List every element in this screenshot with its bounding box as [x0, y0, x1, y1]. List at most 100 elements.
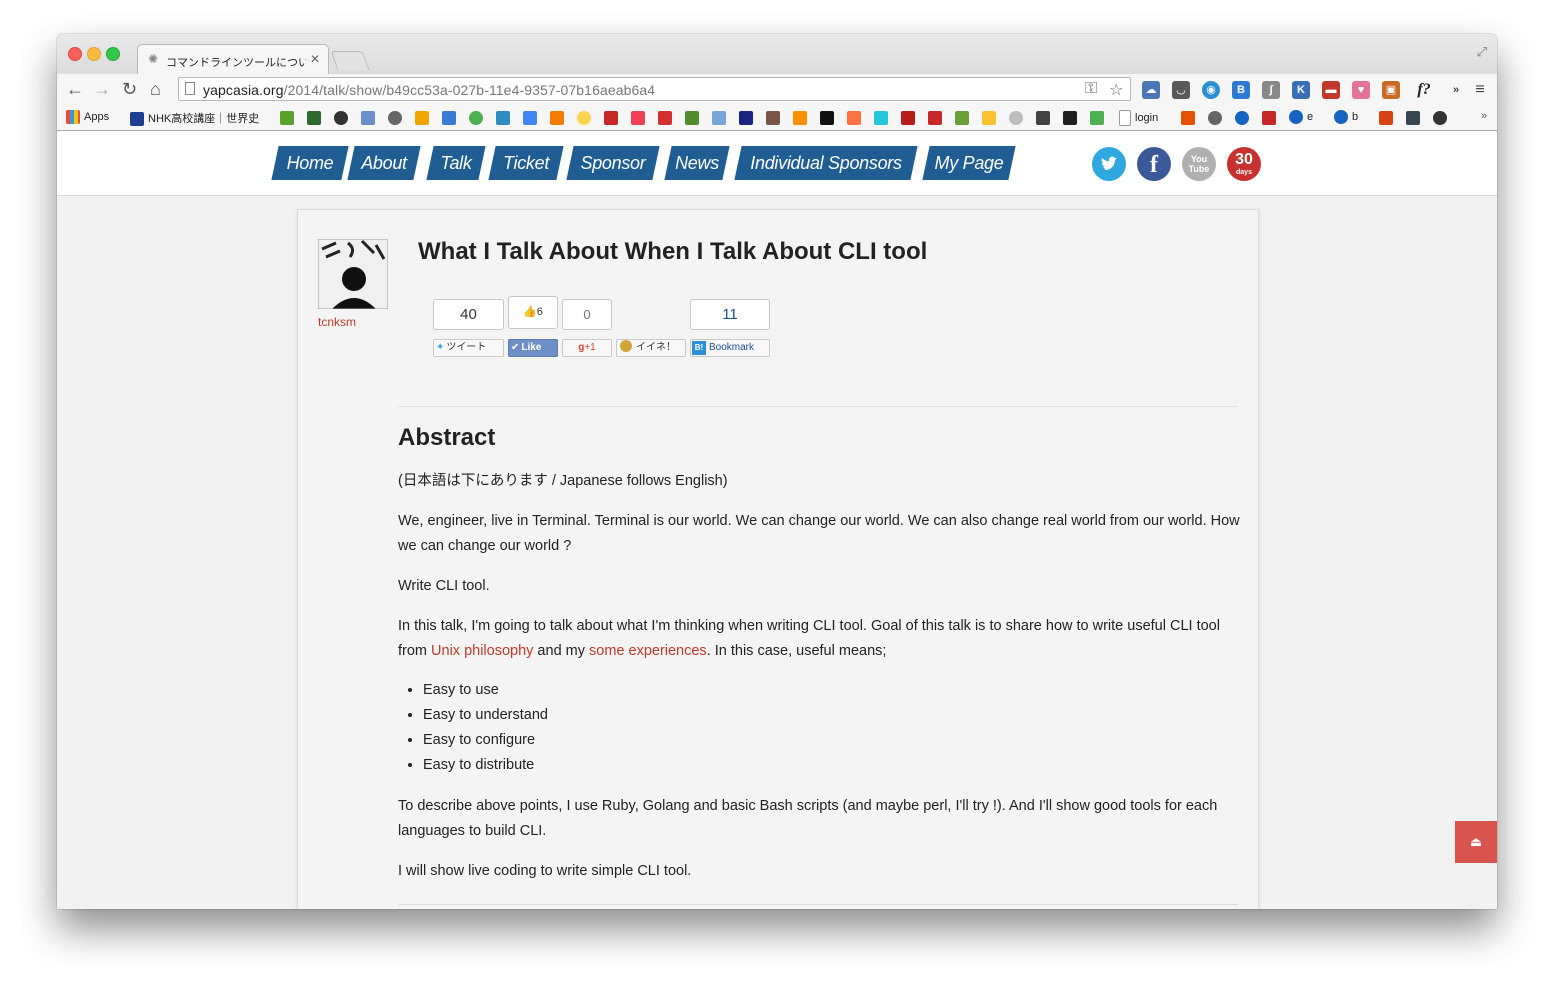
avatar-image: [318, 239, 388, 309]
title-bar: ✺ コマンドラインツールについ ✕ ⤢: [57, 34, 1497, 74]
twitter-bird-icon: ✦: [436, 342, 445, 353]
bookmark-e[interactable]: e: [1289, 110, 1313, 126]
bookmark-icon-41[interactable]: [1433, 111, 1447, 125]
forward-arrow-icon[interactable]: →: [93, 79, 111, 100]
thirty-days-icon[interactable]: 30 days: [1227, 147, 1261, 181]
kd-extension-icon[interactable]: K: [1292, 81, 1310, 99]
bookmark-icon-30[interactable]: [1063, 111, 1077, 125]
nav-ticket[interactable]: Ticket: [488, 146, 564, 180]
bookmark-icon-35[interactable]: [1235, 111, 1249, 125]
sofa-extension-icon[interactable]: ▬: [1322, 81, 1340, 99]
twitter-icon[interactable]: [1092, 147, 1126, 181]
abstract-paragraph-5: To describe above points, I use Ruby, Go…: [398, 798, 1218, 839]
mixi-button[interactable]: イイネ！: [616, 339, 686, 357]
bookmark-icon-33[interactable]: [1181, 111, 1195, 125]
bookmark-icon-22[interactable]: [847, 111, 861, 125]
cloud-extension-icon[interactable]: ☁: [1142, 81, 1160, 99]
drive-icon[interactable]: [1090, 111, 1104, 125]
bookmark-icon-6[interactable]: [415, 111, 429, 125]
menu-icon[interactable]: ≡: [1471, 81, 1489, 99]
bookmark-icon-11[interactable]: [550, 111, 564, 125]
new-tab-button[interactable]: [330, 51, 370, 70]
bookmark-icon-36[interactable]: [1262, 111, 1276, 125]
nav-about[interactable]: About: [347, 146, 421, 180]
h-icon[interactable]: [955, 111, 969, 125]
nav-talk[interactable]: Talk: [426, 146, 486, 180]
star-icon[interactable]: [1406, 111, 1420, 125]
author-avatar[interactable]: [318, 239, 388, 309]
bookmark-icon-34[interactable]: [1208, 111, 1222, 125]
back-to-top-button[interactable]: ⏏: [1455, 821, 1497, 863]
hatena-bookmark-button[interactable]: B! Bookmark: [690, 339, 770, 357]
bookmark-icon-19[interactable]: [766, 111, 780, 125]
bookmark-icon-25[interactable]: [928, 111, 942, 125]
bookmark-login[interactable]: login: [1119, 110, 1158, 126]
m-icon[interactable]: [820, 111, 834, 125]
bookmark-icon-39[interactable]: [1379, 111, 1393, 125]
bookmark-icon-8[interactable]: [469, 111, 483, 125]
youtube-icon[interactable]: You Tube: [1182, 147, 1216, 181]
bookmark-icon-29[interactable]: [1036, 111, 1050, 125]
bookmark-icon-23[interactable]: [874, 111, 888, 125]
orange-extension-icon[interactable]: ▣: [1382, 81, 1400, 99]
r-icon[interactable]: [361, 111, 375, 125]
thirty-days-label: days: [1236, 169, 1252, 176]
bookmark-icon-18[interactable]: [739, 111, 753, 125]
bookmark-icon-16[interactable]: [685, 111, 699, 125]
minimize-window-button[interactable]: [87, 47, 101, 61]
some-experiences-link[interactable]: some experiences: [589, 643, 707, 659]
back-arrow-icon[interactable]: ←: [66, 79, 84, 100]
reload-icon[interactable]: ↻: [122, 79, 137, 100]
bookmark-nhk[interactable]: NHK高校講座｜世界史: [130, 110, 259, 127]
google-icon[interactable]: [523, 111, 537, 125]
fullscreen-icon[interactable]: ⤢: [1477, 44, 1487, 60]
list-item: Easy to distribute: [423, 753, 548, 778]
bookmark-icon-15[interactable]: [658, 111, 672, 125]
bj-extension-icon[interactable]: B: [1232, 81, 1250, 99]
browser-tab[interactable]: ✺ コマンドラインツールについ ✕: [137, 44, 329, 74]
bookmark-icon-7[interactable]: [442, 111, 456, 125]
bookmark-icon-17[interactable]: [712, 111, 726, 125]
more-extensions-icon[interactable]: »: [1447, 81, 1465, 99]
bookmark-b[interactable]: b: [1334, 110, 1358, 126]
zoom-window-button[interactable]: [106, 47, 120, 61]
bookmark-icon-9[interactable]: [496, 111, 510, 125]
home-icon[interactable]: ⌂: [150, 79, 161, 100]
f-extension-icon[interactable]: f?: [1412, 81, 1436, 99]
bookmark-apps[interactable]: Apps: [66, 110, 109, 126]
section-divider: [398, 406, 1238, 407]
bookmark-icon-5[interactable]: [388, 111, 402, 125]
bookmark-icon-12[interactable]: [577, 111, 591, 125]
loading-spinner-icon: ✺: [148, 52, 159, 66]
bookmark-icon-24[interactable]: [901, 111, 915, 125]
close-window-button[interactable]: [68, 47, 82, 61]
eye-extension-icon[interactable]: ◉: [1202, 81, 1220, 99]
more-bookmarks-icon[interactable]: »: [1481, 110, 1487, 126]
nav-individual-sponsors[interactable]: Individual Sponsors: [734, 146, 918, 180]
bookmark-icon-2[interactable]: [307, 111, 321, 125]
bookmark-icon-13[interactable]: [604, 111, 618, 125]
address-bar[interactable]: yapcasia.org/2014/talk/show/b49cc53a-027…: [178, 77, 1131, 101]
link-extension-icon[interactable]: ∫: [1262, 81, 1280, 99]
bookmark-icon-27[interactable]: [982, 111, 996, 125]
nav-news[interactable]: News: [664, 146, 730, 180]
y-icon[interactable]: [793, 111, 807, 125]
github-icon[interactable]: [334, 111, 348, 125]
bookmark-star-icon[interactable]: ☆: [1109, 80, 1123, 100]
nav-home[interactable]: Home: [271, 146, 349, 180]
bookmark-icon-28[interactable]: [1009, 111, 1023, 125]
gplus-button[interactable]: g+1: [562, 339, 612, 357]
pocket-extension-icon[interactable]: ◡: [1172, 81, 1190, 99]
author-link[interactable]: tcnksm: [318, 315, 356, 329]
unix-philosophy-link[interactable]: Unix philosophy: [431, 643, 533, 659]
pocket-icon[interactable]: [631, 111, 645, 125]
facebook-like-button[interactable]: ✔ Like: [508, 339, 558, 357]
nav-sponsor[interactable]: Sponsor: [566, 146, 660, 180]
pink-extension-icon[interactable]: ♥: [1352, 81, 1370, 99]
facebook-icon[interactable]: f: [1137, 147, 1171, 181]
bookmark-icon-1[interactable]: [280, 111, 294, 125]
key-icon[interactable]: ⚿: [1085, 80, 1097, 98]
tweet-button[interactable]: ✦ ツイート: [433, 339, 504, 357]
tab-close-icon[interactable]: ✕: [310, 52, 320, 66]
nav-my-page[interactable]: My Page: [922, 146, 1016, 180]
